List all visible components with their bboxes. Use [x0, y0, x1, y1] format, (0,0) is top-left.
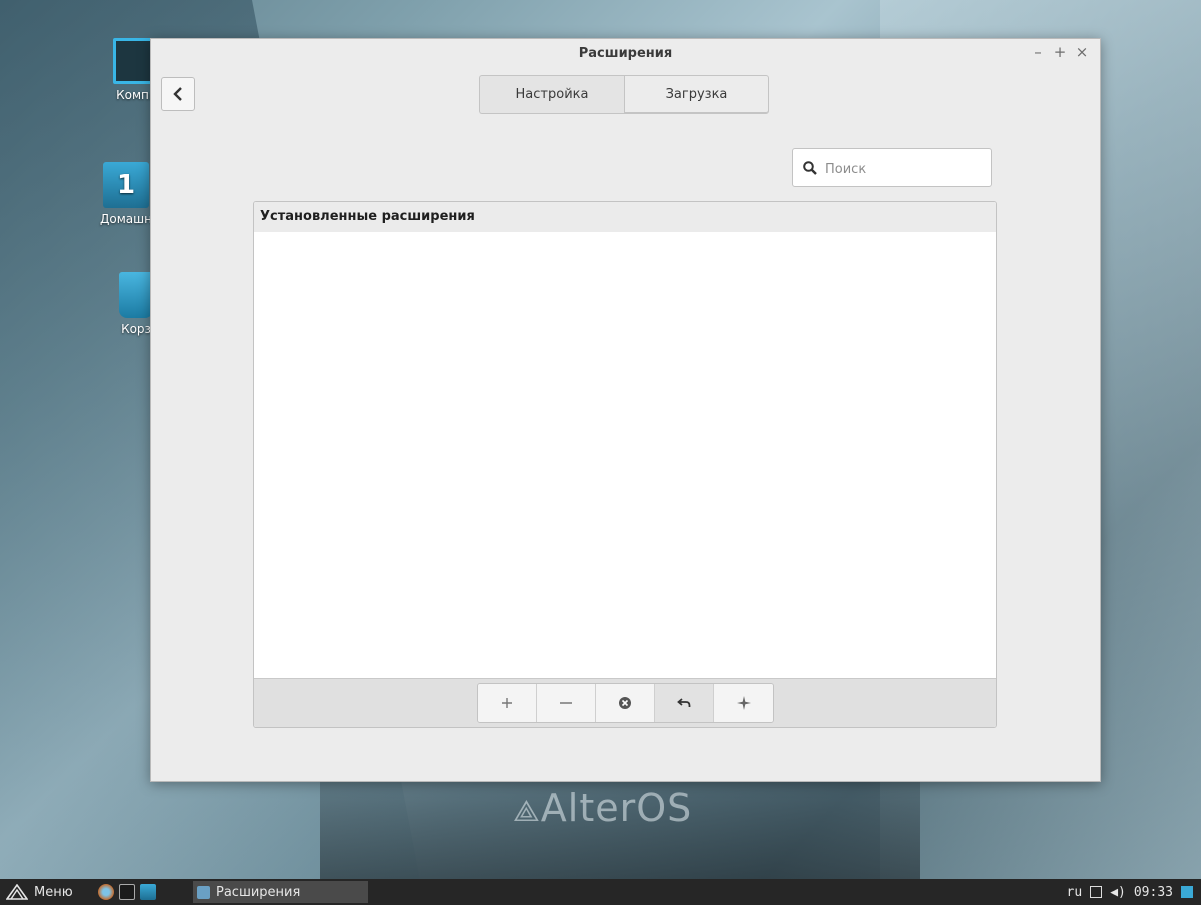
plus-icon [502, 698, 512, 708]
network-icon[interactable] [1090, 886, 1103, 898]
extensions-list[interactable] [254, 232, 996, 680]
browser-icon[interactable] [98, 884, 114, 900]
extensions-app-icon [197, 885, 210, 899]
back-button[interactable] [161, 77, 195, 111]
list-toolbar [254, 678, 996, 727]
list-toolbar-buttons [477, 683, 774, 723]
taskbar-item-label: Расширения [216, 884, 301, 900]
sparkle-icon [736, 696, 751, 710]
undo-icon [677, 698, 691, 707]
minus-icon [560, 702, 572, 704]
taskbar: Меню Расширения ru ◀) 09:33 [0, 879, 1201, 905]
window-titlebar[interactable]: Расширения – + × [151, 39, 1100, 69]
start-menu-label: Меню [34, 884, 73, 900]
file-manager-icon[interactable] [140, 884, 156, 900]
view-tabs: Настройка Загрузка [479, 75, 769, 114]
more-extensions-button[interactable] [714, 684, 773, 722]
alteros-logo-icon [6, 884, 28, 900]
window-controls: – + × [1030, 43, 1090, 61]
clock[interactable]: 09:33 [1134, 885, 1173, 900]
add-extension-button[interactable] [478, 684, 537, 722]
x-circle-icon [619, 697, 631, 709]
installed-extensions-panel: Установленные расширения [253, 201, 997, 728]
list-header: Установленные расширения [254, 202, 996, 233]
chevron-left-icon [173, 87, 182, 101]
extensions-window: Расширения – + × Настройка Загрузка Уста… [150, 38, 1101, 782]
window-title: Расширения [578, 46, 673, 61]
remove-extension-button[interactable] [537, 684, 596, 722]
show-desktop-icon[interactable] [1181, 886, 1193, 898]
tab-settings[interactable]: Настройка [479, 75, 624, 114]
close-button[interactable]: × [1074, 43, 1090, 61]
maximize-button[interactable]: + [1052, 43, 1068, 61]
uninstall-extension-button[interactable] [596, 684, 655, 722]
search-icon [803, 161, 817, 175]
trash-icon [119, 272, 153, 318]
search-box[interactable] [792, 148, 992, 187]
start-menu-button[interactable]: Меню [6, 879, 73, 905]
restore-extension-button[interactable] [655, 684, 714, 722]
system-tray: ru ◀) 09:33 [1067, 879, 1193, 905]
alteros-watermark: ⟁AlterOS [513, 786, 693, 830]
terminal-icon[interactable] [119, 884, 135, 900]
taskbar-item-extensions[interactable]: Расширения [193, 881, 368, 903]
tab-download[interactable]: Загрузка [624, 75, 769, 114]
volume-icon[interactable]: ◀) [1110, 885, 1126, 900]
minimize-button[interactable]: – [1030, 43, 1046, 61]
home-folder-icon: 1 [103, 162, 149, 208]
keyboard-layout-indicator[interactable]: ru [1067, 885, 1083, 900]
alteros-logo-icon: ⟁ [513, 794, 541, 829]
search-input[interactable] [823, 157, 987, 181]
